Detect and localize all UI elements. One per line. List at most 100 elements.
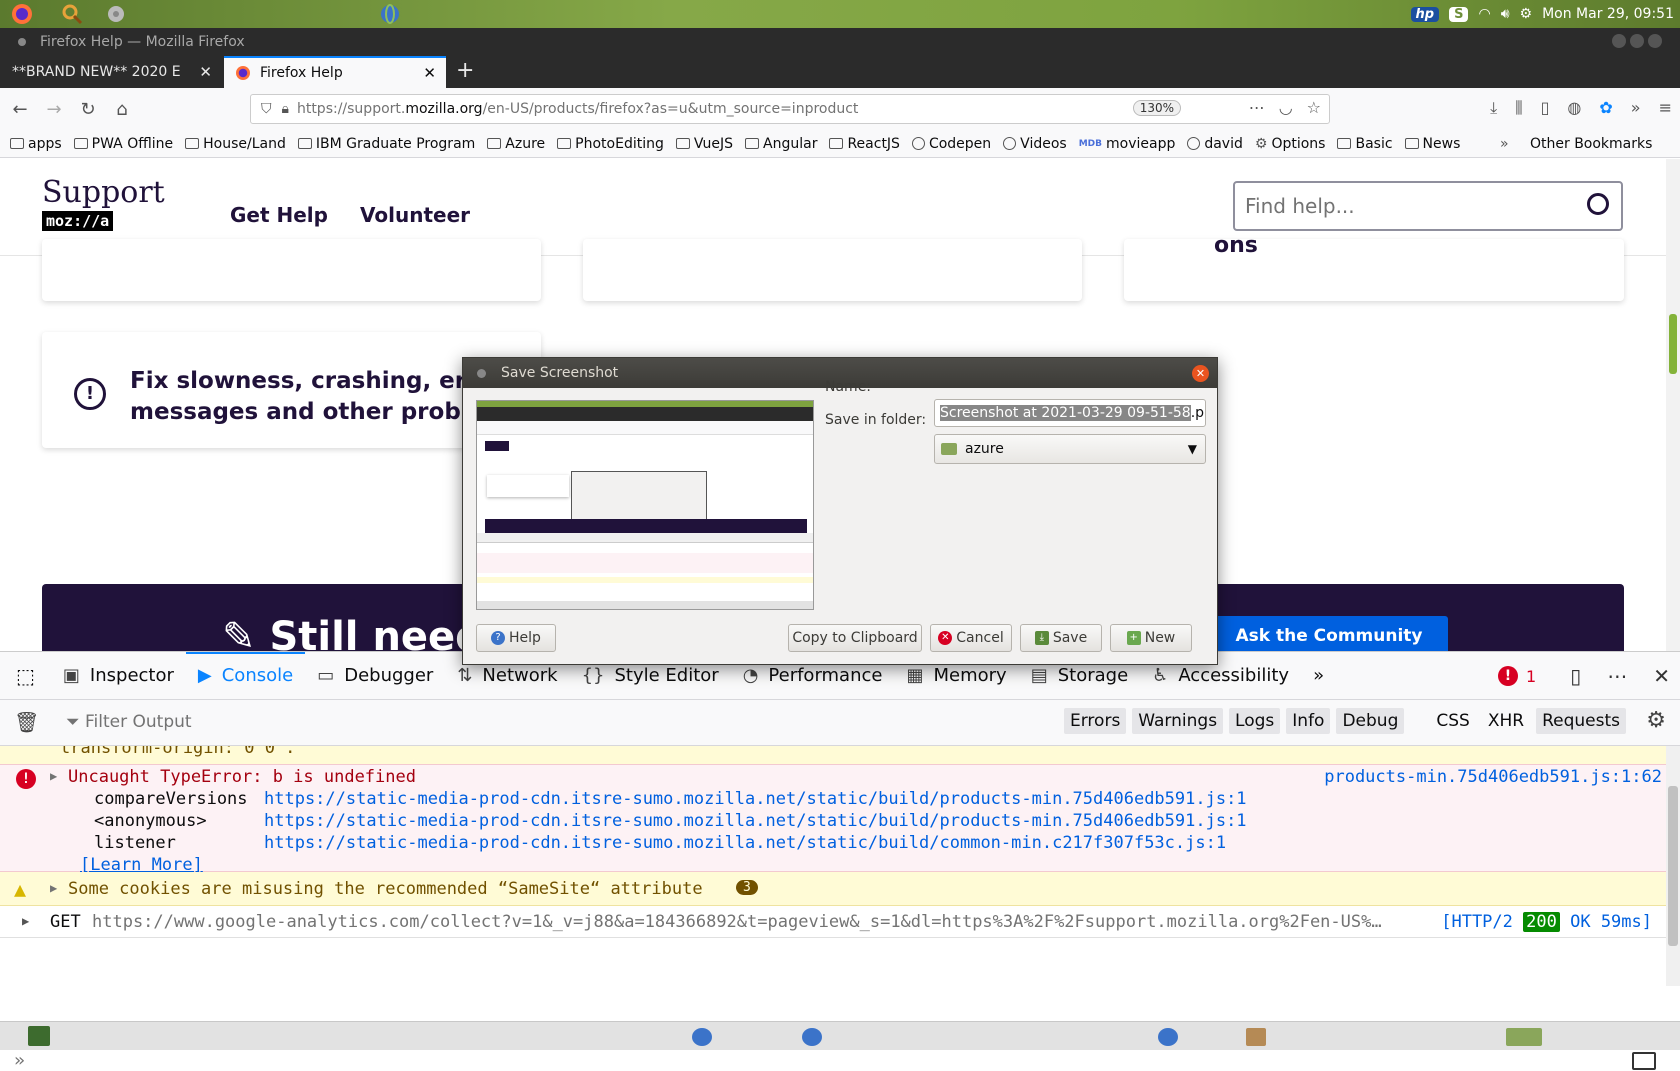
wifi-icon[interactable]: ◠ (1478, 6, 1490, 22)
pocket-icon[interactable]: ◡ (1279, 98, 1293, 117)
taskbar-globe-icon[interactable] (802, 1028, 822, 1046)
new-folder-button[interactable]: + New (1110, 624, 1192, 652)
filter-requests[interactable]: Requests (1536, 708, 1626, 734)
page-scrollbar[interactable] (1666, 159, 1680, 651)
window-menu-icon[interactable] (18, 38, 26, 46)
minimize-button[interactable] (1612, 34, 1626, 48)
bookmark-pwa-offline[interactable]: PWA Offline (73, 136, 173, 152)
bookmark-news[interactable]: News (1404, 136, 1460, 152)
dialog-menu-icon[interactable] (477, 369, 486, 378)
stack-url[interactable]: https://static-media-prod-cdn.itsre-sumo… (264, 833, 1226, 853)
stack-url[interactable]: https://static-media-prod-cdn.itsre-sumo… (264, 811, 1247, 831)
bookmark-other[interactable]: Other Bookmarks (1530, 136, 1652, 152)
filter-errors[interactable]: Errors (1064, 708, 1127, 734)
volume-icon[interactable]: 🔊︎ (1501, 6, 1510, 22)
shield-icon[interactable]: ⛉ (261, 101, 272, 117)
bookmark-basic[interactable]: Basic (1337, 136, 1393, 152)
split-console-icon[interactable] (1632, 1052, 1656, 1070)
reload-icon[interactable]: ↻ (74, 99, 102, 120)
console-scrollbar-thumb[interactable] (1668, 786, 1678, 946)
bookmarks-overflow-chevron-icon[interactable]: » (1500, 136, 1509, 152)
url-text[interactable]: https://support.mozilla.org/en-US/produc… (297, 101, 858, 117)
stack-url[interactable]: https://static-media-prod-cdn.itsre-sumo… (264, 789, 1247, 809)
error-source-link[interactable]: products-min.75d406edb591.js:1:62 (1324, 767, 1662, 787)
home-icon[interactable]: ⌂ (108, 99, 136, 120)
search-launcher-icon[interactable] (58, 2, 86, 26)
forward-icon[interactable]: → (40, 99, 68, 120)
extension-blue-icon[interactable]: ✿ (1599, 98, 1612, 118)
bookmark-options[interactable]: ⚙ Options (1255, 136, 1326, 152)
bookmark-ibm-graduate[interactable]: IBM Graduate Program (297, 136, 475, 152)
support-logo[interactable]: Support (42, 177, 165, 209)
taskbar-globe-icon[interactable] (692, 1028, 712, 1046)
url-bar[interactable]: ⛉ 🔒︎ https://support.mozilla.org/en-US/p… (250, 94, 1330, 124)
request-url[interactable]: https://www.google-analytics.com/collect… (92, 912, 1410, 932)
filter-logs[interactable]: Logs (1229, 708, 1281, 734)
downloads-icon[interactable]: ⤓ (1490, 98, 1497, 118)
expand-arrow-icon[interactable]: ▶ (22, 914, 29, 928)
page-actions-icon[interactable]: ⋯ (1249, 98, 1265, 117)
nav-get-help[interactable]: Get Help (230, 203, 328, 227)
sidebar-icon[interactable]: ▯ (1541, 98, 1550, 118)
more-tools-chevron-icon[interactable]: » (1301, 652, 1336, 700)
close-tab-icon[interactable]: ✕ (199, 63, 212, 81)
extension-icon[interactable]: ◍ (1567, 98, 1581, 118)
bookmark-codepen[interactable]: Codepen (911, 136, 991, 152)
bookmark-movieapp[interactable]: MDB movieapp (1079, 136, 1176, 152)
library-icon[interactable]: ⫼ (1515, 98, 1522, 118)
search-icon[interactable] (1587, 193, 1609, 215)
overflow-chevron-icon[interactable]: » (1631, 98, 1641, 118)
log-row-error[interactable]: ! ▶ Uncaught TypeError: b is undefined p… (0, 764, 1666, 875)
filter-output-input[interactable]: ⏷ Filter Output (66, 712, 192, 732)
browser-globe-icon[interactable] (376, 2, 404, 26)
copy-to-clipboard-button[interactable]: Copy to Clipboard (788, 624, 922, 652)
console-settings-gear-icon[interactable]: ⚙ (1646, 708, 1666, 733)
bookmark-house-land[interactable]: House/Land (185, 136, 286, 152)
expand-arrow-icon[interactable]: ▶ (50, 881, 57, 895)
page-scrollbar-thumb[interactable] (1669, 314, 1677, 374)
filter-css[interactable]: CSS (1430, 708, 1475, 734)
element-picker-icon[interactable]: ⬚ (0, 652, 51, 700)
topic-card[interactable]: ons (1124, 233, 1624, 301)
bookmark-videos[interactable]: Videos (1003, 136, 1067, 152)
filter-warnings[interactable]: Warnings (1132, 708, 1224, 734)
topic-card[interactable] (583, 239, 1082, 301)
filter-xhr[interactable]: XHR (1482, 708, 1530, 734)
tab-console[interactable]: ▶ Console (185, 651, 306, 700)
log-row-warning[interactable]: ▲ ▶ Some cookies are misusing the recomm… (0, 872, 1666, 906)
mozilla-logo[interactable]: moz://a (42, 211, 114, 231)
close-window-button[interactable] (1648, 34, 1662, 48)
firefox-launcher-icon[interactable] (8, 2, 36, 26)
devtools-menu-icon[interactable]: ⋯ (1607, 664, 1627, 688)
bookmark-reactjs[interactable]: ReactJS (829, 136, 900, 152)
clear-console-icon[interactable]: 🗑︎ (14, 710, 39, 734)
tab-debugger[interactable]: ▭ Debugger (305, 652, 445, 700)
tab-brand-new[interactable]: **BRAND NEW** 2020 E ✕ (0, 56, 222, 88)
lock-icon[interactable]: 🔒︎ (282, 101, 289, 117)
taskbar-package-icon[interactable] (1246, 1028, 1266, 1046)
hp-icon[interactable]: hp (1410, 6, 1440, 22)
skype-icon[interactable]: S (1449, 6, 1469, 22)
save-button[interactable]: ⤓ Save (1020, 624, 1102, 652)
clock[interactable]: Mon Mar 29, 09:51 (1542, 6, 1674, 22)
zoom-level-badge[interactable]: 130% (1132, 100, 1181, 116)
close-devtools-icon[interactable]: ✕ (1653, 664, 1670, 688)
cancel-button[interactable]: ✕ Cancel (930, 624, 1012, 652)
http-status[interactable]: [HTTP/2 200 OK 59ms] (1441, 912, 1652, 932)
new-tab-button[interactable]: + (456, 58, 474, 83)
show-desktop-icon[interactable] (28, 1026, 50, 1046)
topic-card[interactable] (42, 239, 541, 301)
bookmark-vuejs[interactable]: VueJS (675, 136, 733, 152)
dialog-close-icon[interactable]: ✕ (1192, 365, 1209, 382)
help-button[interactable]: ? Help (476, 624, 556, 652)
bookmark-angular[interactable]: Angular (745, 136, 817, 152)
console-scrollbar[interactable] (1666, 746, 1680, 986)
close-tab-icon[interactable]: ✕ (423, 64, 436, 82)
maximize-button[interactable] (1630, 34, 1644, 48)
log-row-network[interactable]: ▶ GET https://www.google-analytics.com/c… (0, 906, 1666, 938)
filename-input[interactable]: Screenshot at 2021-03-29 09-51-58.png (934, 399, 1206, 427)
workspace-switcher-icon[interactable] (1506, 1028, 1542, 1046)
nav-volunteer[interactable]: Volunteer (360, 203, 470, 227)
tab-firefox-help[interactable]: Firefox Help ✕ (224, 56, 446, 88)
folder-select[interactable]: azure ▼ (934, 434, 1206, 464)
